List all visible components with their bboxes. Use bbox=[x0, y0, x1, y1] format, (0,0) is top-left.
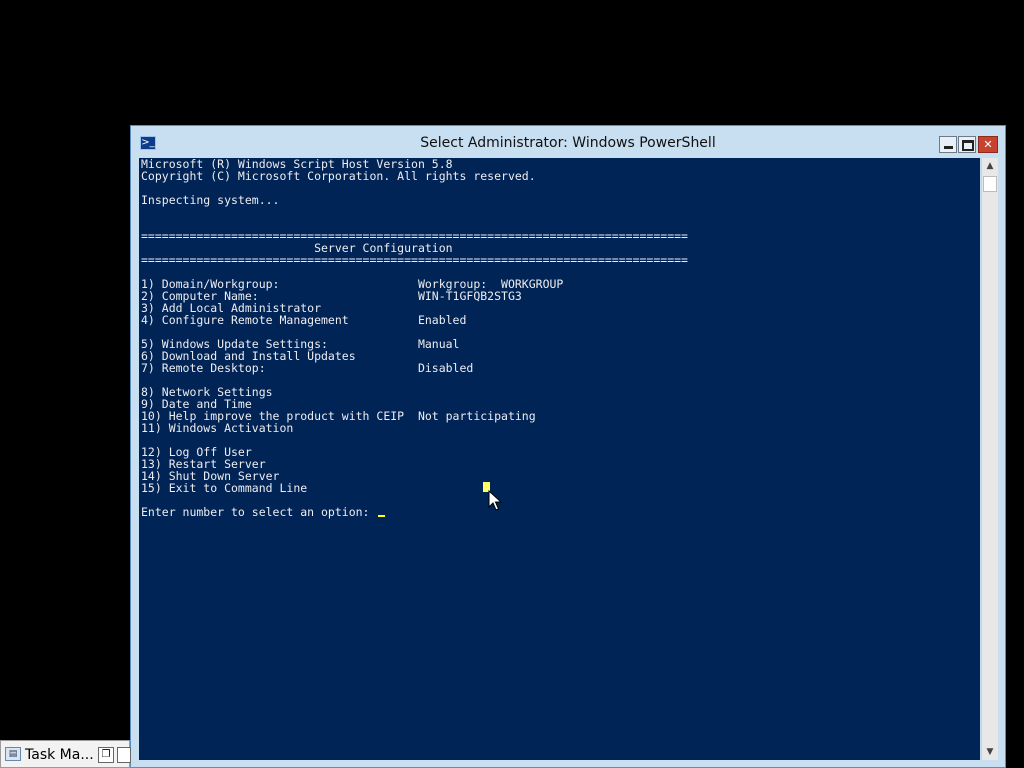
console-line: ========================================… bbox=[141, 253, 688, 267]
vertical-scrollbar[interactable]: ▲ ▼ bbox=[981, 158, 998, 760]
task-manager-icon: ▤ bbox=[5, 747, 21, 761]
scroll-down-arrow-icon[interactable]: ▼ bbox=[982, 744, 998, 760]
taskbar-item-task-manager[interactable]: ▤ Task Ma... ❐ bbox=[0, 740, 131, 768]
console-line: Copyright (C) Microsoft Corporation. All… bbox=[141, 169, 536, 183]
mouse-pointer-icon bbox=[488, 490, 502, 511]
console-output[interactable]: Microsoft (R) Windows Script Host Versio… bbox=[139, 158, 980, 760]
prompt-text: Enter number to select an option: bbox=[141, 505, 377, 519]
console-line: 11) Windows Activation bbox=[141, 421, 294, 435]
scroll-up-arrow-icon[interactable]: ▲ bbox=[982, 158, 998, 174]
console-line: 7) Remote Desktop: Disabled bbox=[141, 361, 474, 375]
taskbar-item-label: Task Ma... bbox=[25, 747, 94, 763]
minimize-button[interactable] bbox=[939, 136, 957, 153]
text-cursor bbox=[378, 515, 386, 517]
scrollbar-thumb[interactable] bbox=[983, 176, 997, 192]
powershell-window[interactable]: >_ Select Administrator: Windows PowerSh… bbox=[130, 125, 1006, 768]
restore-button[interactable]: ❐ bbox=[98, 747, 114, 763]
console-text: Microsoft (R) Windows Script Host Versio… bbox=[139, 158, 980, 506]
console-line: 4) Configure Remote Management Enabled bbox=[141, 313, 467, 327]
console-line: Inspecting system... bbox=[141, 193, 280, 207]
maximize-button[interactable] bbox=[958, 136, 976, 153]
close-button[interactable] bbox=[978, 136, 998, 153]
console-line: 15) Exit to Command Line bbox=[141, 481, 308, 495]
window-title: Select Administrator: Windows PowerShell bbox=[420, 135, 716, 151]
maximize-button-taskbar[interactable] bbox=[117, 747, 131, 763]
title-bar[interactable]: >_ Select Administrator: Windows PowerSh… bbox=[131, 126, 1005, 158]
